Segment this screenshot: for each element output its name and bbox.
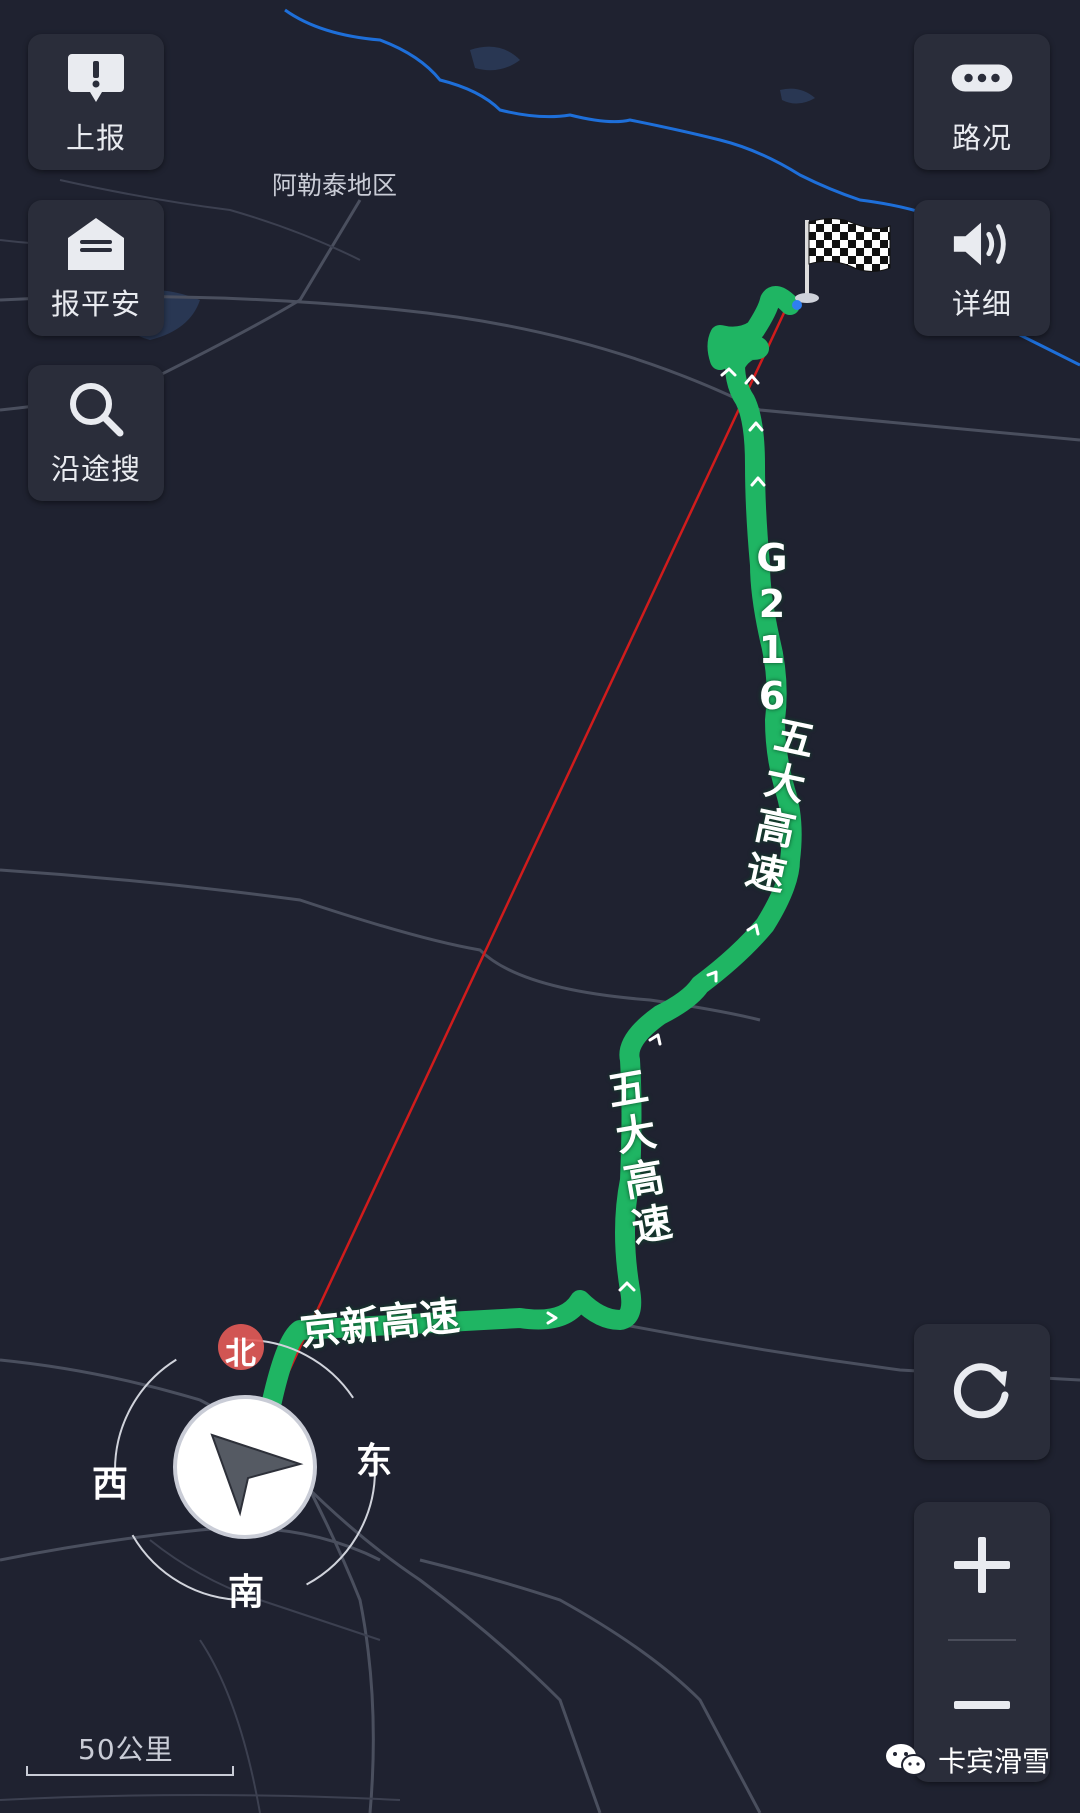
compass-east-label: 东: [356, 1441, 393, 1482]
search-along-route-label: 沿途搜: [50, 452, 141, 486]
zoom-in-button[interactable]: [914, 1502, 1050, 1632]
compass-south-label: 南: [228, 1572, 265, 1613]
minus-icon: [952, 1675, 1012, 1739]
report-safety-button[interactable]: 报平安: [28, 200, 164, 336]
plus-icon: [952, 1535, 1012, 1599]
envelope-icon: [64, 213, 128, 275]
speaker-icon: [950, 213, 1014, 275]
scale-label: 50公里: [78, 1733, 174, 1766]
search-icon: [64, 378, 128, 440]
region-label: 阿勒泰地区: [272, 171, 398, 200]
voice-detail-label: 详细: [951, 287, 1012, 321]
report-label: 上报: [65, 121, 126, 155]
watermark: 卡宾滑雪: [884, 1740, 1050, 1780]
watermark-label: 卡宾滑雪: [938, 1745, 1051, 1778]
wechat-icon: [884, 1742, 928, 1778]
compass-north-label: 北: [225, 1336, 256, 1372]
refresh-button[interactable]: [914, 1324, 1050, 1460]
more-dots-icon: [950, 47, 1014, 109]
report-button[interactable]: 上报: [28, 34, 164, 170]
scale-bar: [26, 1766, 234, 1776]
zoom-divider: [948, 1639, 1016, 1641]
road-label-g216: G216: [756, 536, 788, 718]
refresh-icon: [949, 1357, 1015, 1427]
voice-detail-button[interactable]: 详细: [914, 200, 1050, 336]
alert-icon: [64, 47, 128, 109]
traffic-label: 路况: [951, 121, 1012, 155]
traffic-button[interactable]: 路况: [914, 34, 1050, 170]
search-along-route-button[interactable]: 沿途搜: [28, 365, 164, 501]
compass-west-label: 西: [92, 1464, 129, 1505]
report-safety-label: 报平安: [50, 287, 141, 321]
